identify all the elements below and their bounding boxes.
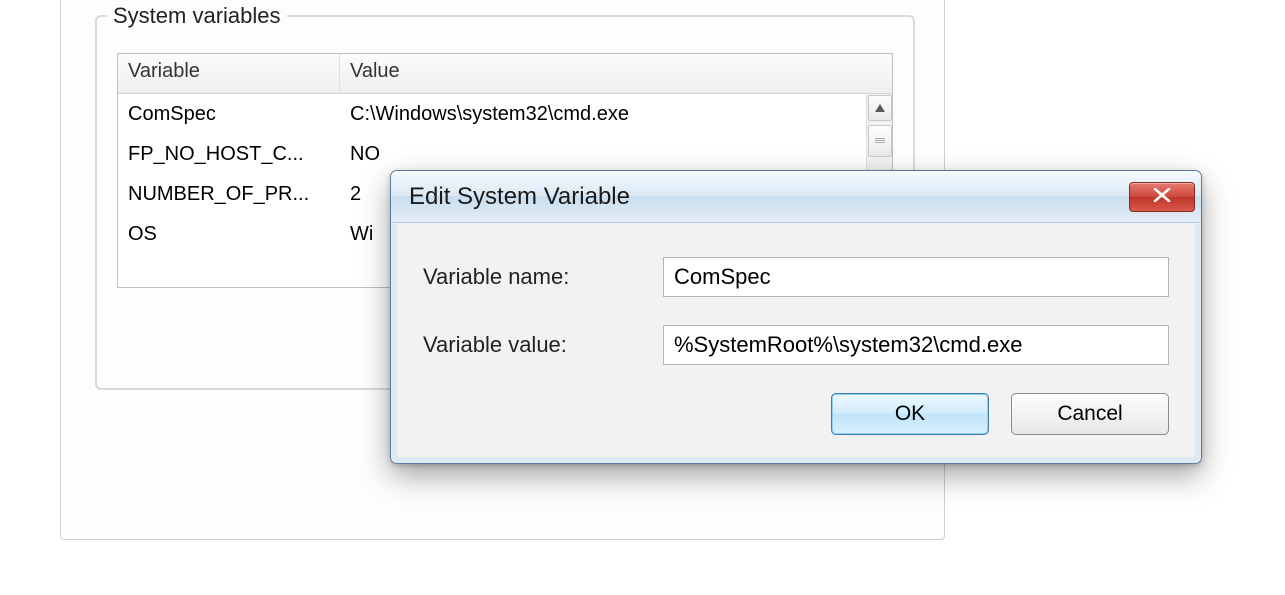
close-icon	[1152, 186, 1172, 207]
variable-name-input[interactable]	[663, 257, 1169, 297]
cell-variable: ComSpec	[118, 99, 340, 130]
column-header-variable[interactable]: Variable	[118, 54, 340, 93]
variable-name-row: Variable name:	[423, 257, 1169, 297]
cell-variable: OS	[118, 219, 340, 250]
cell-value: NO	[340, 139, 892, 170]
table-header: Variable Value	[118, 54, 892, 94]
close-button[interactable]	[1129, 182, 1195, 212]
table-row[interactable]: ComSpec C:\Windows\system32\cmd.exe	[118, 94, 892, 134]
scroll-up-icon[interactable]	[868, 95, 892, 121]
cancel-button[interactable]: Cancel	[1011, 393, 1169, 435]
dialog-body: Variable name: Variable value: OK Cancel	[391, 223, 1201, 463]
dialog-title: Edit System Variable	[409, 183, 1129, 211]
dialog-button-row: OK Cancel	[423, 393, 1169, 435]
cell-value: C:\Windows\system32\cmd.exe	[340, 99, 892, 130]
titlebar[interactable]: Edit System Variable	[391, 171, 1201, 223]
group-legend: System variables	[107, 3, 287, 28]
column-header-value[interactable]: Value	[340, 54, 892, 93]
variable-value-label: Variable value:	[423, 332, 663, 358]
variable-value-row: Variable value:	[423, 325, 1169, 365]
scroll-thumb[interactable]	[868, 125, 892, 157]
ok-button[interactable]: OK	[831, 393, 989, 435]
variable-name-label: Variable name:	[423, 264, 663, 290]
variable-value-input[interactable]	[663, 325, 1169, 365]
edit-system-variable-dialog: Edit System Variable Variable name: Vari…	[390, 170, 1202, 464]
cell-variable: NUMBER_OF_PR...	[118, 179, 340, 210]
cell-variable: FP_NO_HOST_C...	[118, 139, 340, 170]
table-row[interactable]: FP_NO_HOST_C... NO	[118, 134, 892, 174]
